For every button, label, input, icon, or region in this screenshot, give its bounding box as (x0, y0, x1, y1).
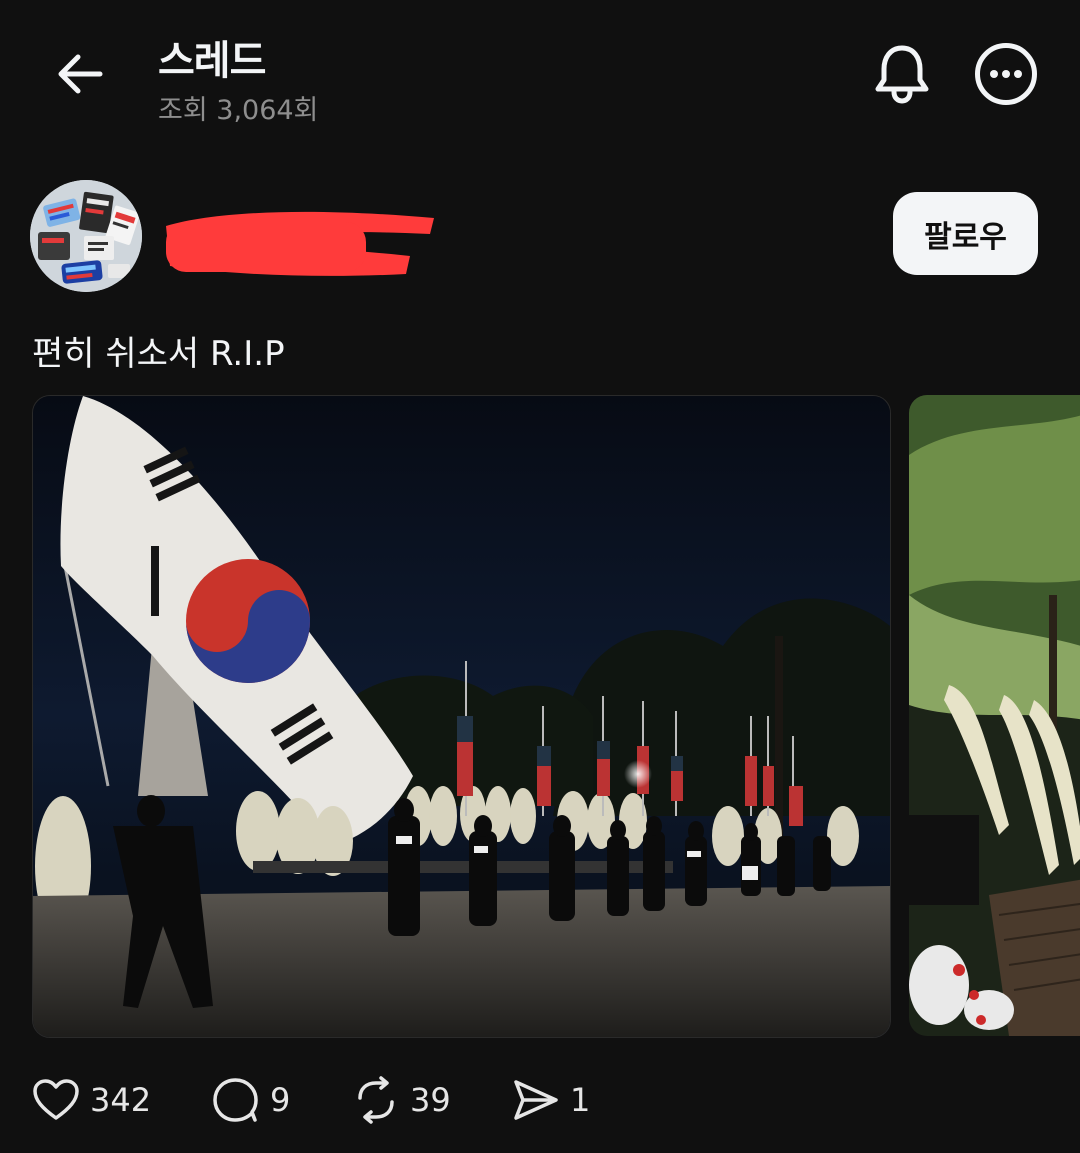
post-image-1[interactable] (32, 395, 891, 1038)
reply-count: 9 (270, 1081, 291, 1119)
follow-button[interactable]: 팔로우 (893, 192, 1038, 275)
repost-icon (358, 1076, 394, 1124)
heart-icon (33, 1079, 79, 1120)
more-horizontal-icon (975, 43, 1037, 105)
page-title: 스레드 (158, 38, 266, 84)
notifications-button[interactable] (872, 42, 932, 106)
more-options-button[interactable] (974, 42, 1038, 106)
arrow-left-icon (58, 54, 103, 94)
korean-flag-memorial-photo (33, 396, 890, 1037)
avatar[interactable] (30, 180, 142, 292)
comment-icon (213, 1078, 258, 1122)
bell-icon (875, 45, 929, 104)
repost-button[interactable]: 39 (352, 1072, 451, 1128)
repost-count: 39 (410, 1081, 451, 1119)
like-count: 342 (90, 1081, 152, 1119)
view-count: 조회 3,064회 (158, 95, 319, 126)
share-count: 1 (570, 1081, 591, 1119)
post-image-2[interactable] (909, 395, 1080, 1036)
like-button[interactable]: 342 (32, 1072, 151, 1128)
redaction-scribble (166, 211, 434, 276)
avatar-image (30, 180, 142, 292)
memorial-wreaths-photo (909, 395, 1080, 1036)
redacted-username (160, 204, 440, 284)
post-text: 편히 쉬소서 R.I.P (32, 334, 285, 374)
send-icon (514, 1080, 558, 1120)
back-button[interactable] (52, 48, 108, 100)
share-button[interactable]: 1 (512, 1072, 590, 1128)
reply-button[interactable]: 9 (212, 1072, 290, 1128)
